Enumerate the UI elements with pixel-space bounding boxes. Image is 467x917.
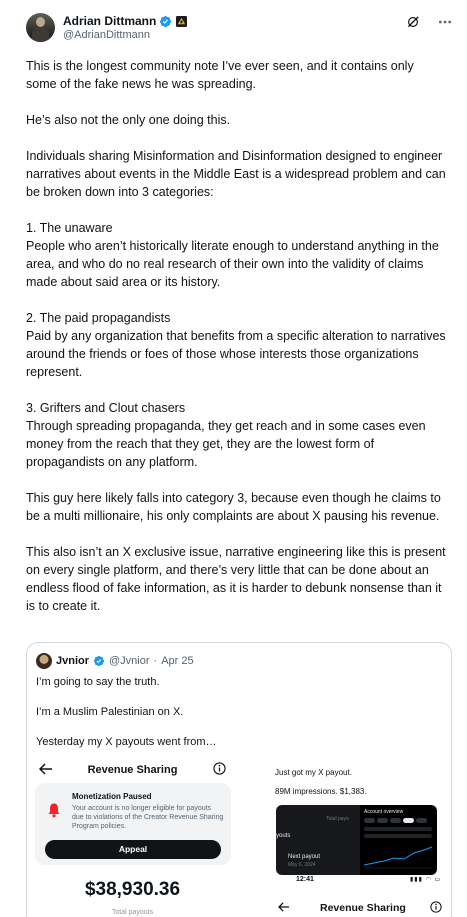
- verified-badge-icon: [160, 15, 172, 27]
- revenue-sharing-title: Revenue Sharing: [320, 902, 406, 914]
- monetization-paused-notice: Monetization Paused Your account is no l…: [35, 783, 231, 865]
- tweet-paragraph: This is the longest community note I’ve …: [26, 59, 414, 91]
- payout-caption: Just got my X payout.: [275, 768, 352, 777]
- payouts-label: youts: [276, 833, 291, 839]
- more-options-icon[interactable]: [437, 15, 453, 29]
- overview-row: [364, 834, 432, 838]
- status-bar-icons: ▮▮▮ ◠ ▭: [410, 877, 442, 883]
- arrow-left-icon: [278, 902, 289, 912]
- quoted-author-name[interactable]: Jvnior: [56, 654, 89, 668]
- quoted-line: Yesterday my X payouts went from…: [36, 736, 217, 748]
- info-icon: [430, 901, 442, 913]
- dark-phone-screenshot: Total payo youts Next payout May 6, 2024: [276, 805, 360, 875]
- account-overview-title: Account overview: [364, 809, 404, 815]
- payout-amount-label: Total payouts: [111, 909, 154, 916]
- quoted-line: I’m going to say the truth.: [36, 676, 160, 688]
- grok-icon[interactable]: [406, 15, 420, 29]
- range-pill: [364, 818, 375, 823]
- separator-dot: ·: [153, 655, 158, 667]
- quoted-date[interactable]: Apr 25: [161, 654, 193, 668]
- verified-badge-icon: [93, 655, 105, 667]
- range-pills: [364, 818, 427, 823]
- account-overview-screenshot: Account overview: [360, 805, 437, 875]
- payout-amount: $38,930.36: [84, 879, 181, 900]
- range-pill: [377, 818, 388, 823]
- paused-description: Your account is no longer eligible for p…: [72, 805, 224, 830]
- range-pill: [416, 818, 427, 823]
- quoted-tweet-header: Jvnior @Jvnior · Apr 25: [36, 653, 194, 669]
- bell-alert-icon: [48, 803, 60, 818]
- tweet-paragraph: This guy here likely falls into category…: [26, 491, 441, 523]
- tweet: Adrian Dittmann @AdrianDittmann This is …: [0, 0, 467, 917]
- quoted-tweet-card[interactable]: Jvnior @Jvnior · Apr 25 I’m going to say…: [26, 642, 452, 917]
- next-payout-label: Next payout: [288, 854, 321, 860]
- tweet-header: Adrian Dittmann @AdrianDittmann: [26, 13, 453, 49]
- tweet-paragraph: 2. The paid propagandists Paid by any or…: [26, 311, 446, 379]
- media-screenshot-right[interactable]: Just got my X payout. 89M impressions. $…: [240, 756, 451, 917]
- paused-title: Monetization Paused: [72, 792, 152, 801]
- tweet-paragraph: He’s also not the only one doing this.: [26, 113, 231, 127]
- avatar[interactable]: [26, 13, 55, 42]
- media-screenshot-left[interactable]: Revenue Sharing Monetization Paused Your…: [27, 756, 238, 917]
- quoted-avatar[interactable]: [36, 653, 52, 669]
- quoted-line: I’m a Muslim Palestinian on X.: [36, 706, 184, 718]
- tweet-paragraph: This also isn’t an X exclusive issue, na…: [26, 545, 446, 613]
- next-payout-date: May 6, 2024: [288, 862, 316, 868]
- tweet-paragraph: Individuals sharing Misinformation and D…: [26, 149, 446, 199]
- impressions-caption: 89M impressions. $1,383.: [275, 787, 367, 796]
- author-name-row: Adrian Dittmann: [63, 14, 188, 28]
- overview-row: [364, 827, 432, 831]
- total-payouts-label: Total payo: [326, 816, 349, 822]
- quoted-tweet-text: I’m going to say the truth. I’m a Muslim…: [36, 675, 436, 765]
- range-pill-active: [403, 818, 414, 823]
- quoted-author-handle[interactable]: @Jvnior: [109, 654, 150, 668]
- range-pill: [390, 818, 401, 823]
- tweet-paragraph: 1. The unaware People who aren’t histori…: [26, 221, 439, 289]
- author-name[interactable]: Adrian Dittmann: [63, 14, 156, 28]
- tweet-paragraph: 3. Grifters and Clout chasers Through sp…: [26, 401, 426, 469]
- tweet-text: This is the longest community note I’ve …: [26, 57, 446, 633]
- info-icon: [213, 762, 226, 775]
- status-bar-time: 12:41: [296, 876, 314, 883]
- revenue-sharing-title: Revenue Sharing: [87, 764, 178, 776]
- overview-chart-graphic: [364, 846, 432, 869]
- appeal-button[interactable]: Appeal: [45, 840, 221, 859]
- affiliate-badge-icon[interactable]: [176, 15, 188, 27]
- author-handle[interactable]: @AdrianDittmann: [63, 29, 150, 42]
